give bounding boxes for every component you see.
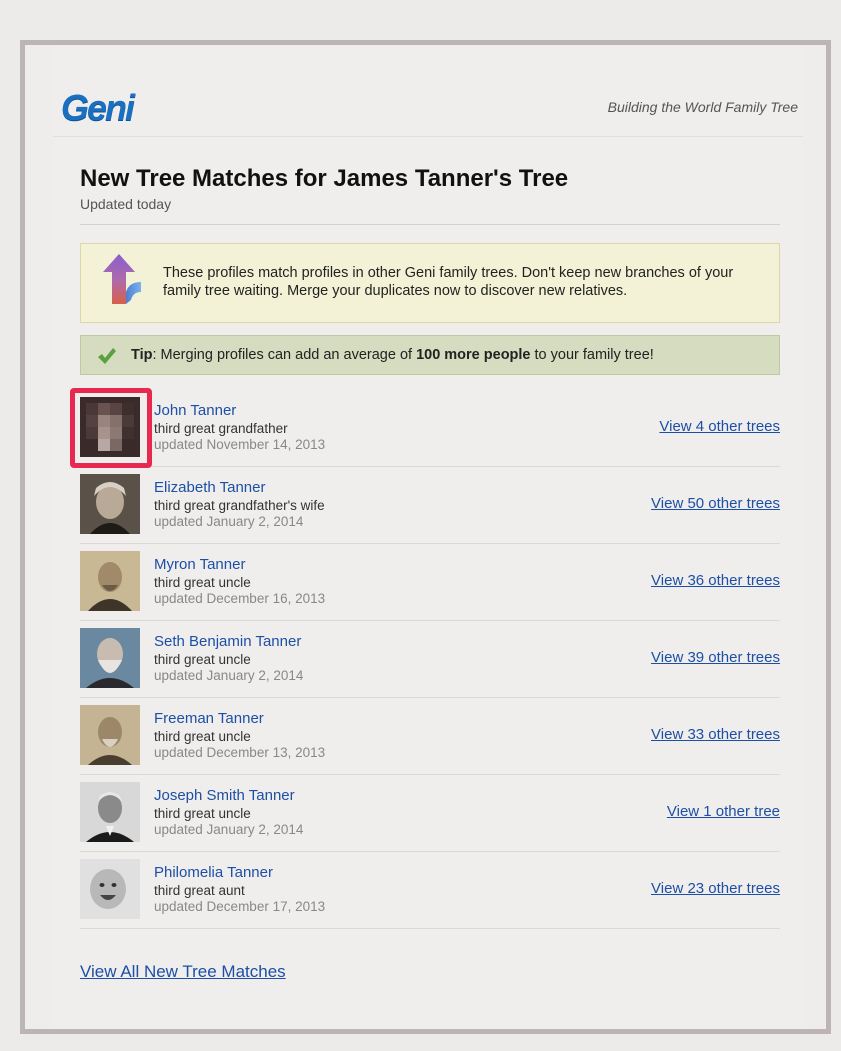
email-body: Geni Building the World Family Tree New …	[53, 45, 803, 1029]
match-row: John Tanner third great grandfather upda…	[70, 388, 780, 468]
relationship: third great uncle	[154, 575, 251, 590]
view-other-trees-link[interactable]: View 36 other trees	[651, 572, 780, 589]
profile-photo[interactable]	[80, 474, 140, 534]
profile-name-link[interactable]: Joseph Smith Tanner	[154, 787, 295, 804]
page-subtitle: Updated today	[80, 196, 172, 212]
page-title: New Tree Matches for James Tanner's Tree	[80, 165, 569, 192]
photo-philomelia	[80, 859, 140, 919]
tip-bold: 100 more people	[416, 347, 531, 363]
view-other-trees-link[interactable]: View 39 other trees	[651, 649, 780, 666]
profile-name-link[interactable]: Philomelia Tanner	[154, 864, 273, 881]
view-other-trees-link[interactable]: View 4 other trees	[659, 418, 780, 435]
updated-date: updated December 17, 2013	[154, 899, 326, 914]
updated-date: updated January 2, 2014	[154, 514, 304, 529]
photo-elizabeth	[80, 474, 140, 534]
checkmark-icon	[98, 348, 116, 364]
match-row: Seth Benjamin Tanner third great uncle u…	[80, 621, 780, 698]
profile-name-link[interactable]: Freeman Tanner	[154, 710, 264, 727]
intro-message: These profiles match profiles in other G…	[163, 265, 734, 299]
view-other-trees-link[interactable]: View 33 other trees	[651, 726, 780, 743]
tip-text: Tip: Merging profiles can add an average…	[131, 347, 654, 363]
tagline: Building the World Family Tree	[607, 99, 798, 115]
email-header: Geni Building the World Family Tree	[53, 45, 803, 137]
updated-date: updated January 2, 2014	[154, 822, 304, 837]
view-all-matches-link[interactable]: View All New Tree Matches	[80, 962, 286, 982]
profile-photo[interactable]	[80, 705, 140, 765]
profile-photo[interactable]	[80, 859, 140, 919]
updated-date: updated January 2, 2014	[154, 668, 304, 683]
tip-label: Tip	[131, 347, 153, 363]
profile-photo[interactable]	[80, 628, 140, 688]
updated-date: updated December 13, 2013	[154, 745, 326, 760]
view-other-trees-link[interactable]: View 23 other trees	[651, 880, 780, 897]
updated-date: updated December 16, 2013	[154, 591, 326, 606]
divider	[80, 224, 780, 225]
view-other-trees-link[interactable]: View 1 other tree	[667, 803, 780, 820]
relationship: third great aunt	[154, 883, 245, 898]
view-other-trees-link[interactable]: View 50 other trees	[651, 495, 780, 512]
intro-box: These profiles match profiles in other G…	[80, 243, 780, 323]
match-row: Freeman Tanner third great uncle updated…	[80, 698, 780, 775]
profile-name-link[interactable]: Seth Benjamin Tanner	[154, 633, 301, 650]
tip-text-after: to your family tree!	[530, 347, 654, 363]
geni-logo[interactable]: Geni	[61, 87, 135, 129]
photo-freeman	[80, 705, 140, 765]
match-row: Joseph Smith Tanner third great uncle up…	[80, 775, 780, 852]
photo-seth	[80, 628, 140, 688]
profile-photo	[80, 397, 140, 457]
profile-name-link[interactable]: Elizabeth Tanner	[154, 479, 265, 496]
profile-photo-highlight[interactable]	[70, 388, 152, 468]
tip-box: Tip: Merging profiles can add an average…	[80, 335, 780, 375]
tip-text-before: : Merging profiles can add an average of	[152, 347, 417, 363]
updated-date: updated November 14, 2013	[154, 437, 326, 452]
photo-joseph	[80, 782, 140, 842]
merge-arrow-icon	[103, 254, 141, 304]
relationship: third great grandfather	[154, 421, 288, 436]
relationship: third great uncle	[154, 806, 251, 821]
match-row: Elizabeth Tanner third great grandfather…	[80, 467, 780, 544]
photo-myron	[80, 551, 140, 611]
profile-name-link[interactable]: John Tanner	[154, 402, 236, 419]
match-row: Philomelia Tanner third great aunt updat…	[80, 852, 780, 929]
email-frame: Geni Building the World Family Tree New …	[20, 40, 831, 1034]
relationship: third great grandfather's wife	[154, 498, 325, 513]
profile-name-link[interactable]: Myron Tanner	[154, 556, 245, 573]
match-row: Myron Tanner third great uncle updated D…	[80, 544, 780, 621]
profile-photo[interactable]	[80, 782, 140, 842]
relationship: third great uncle	[154, 652, 251, 667]
profile-photo[interactable]	[80, 551, 140, 611]
relationship: third great uncle	[154, 729, 251, 744]
